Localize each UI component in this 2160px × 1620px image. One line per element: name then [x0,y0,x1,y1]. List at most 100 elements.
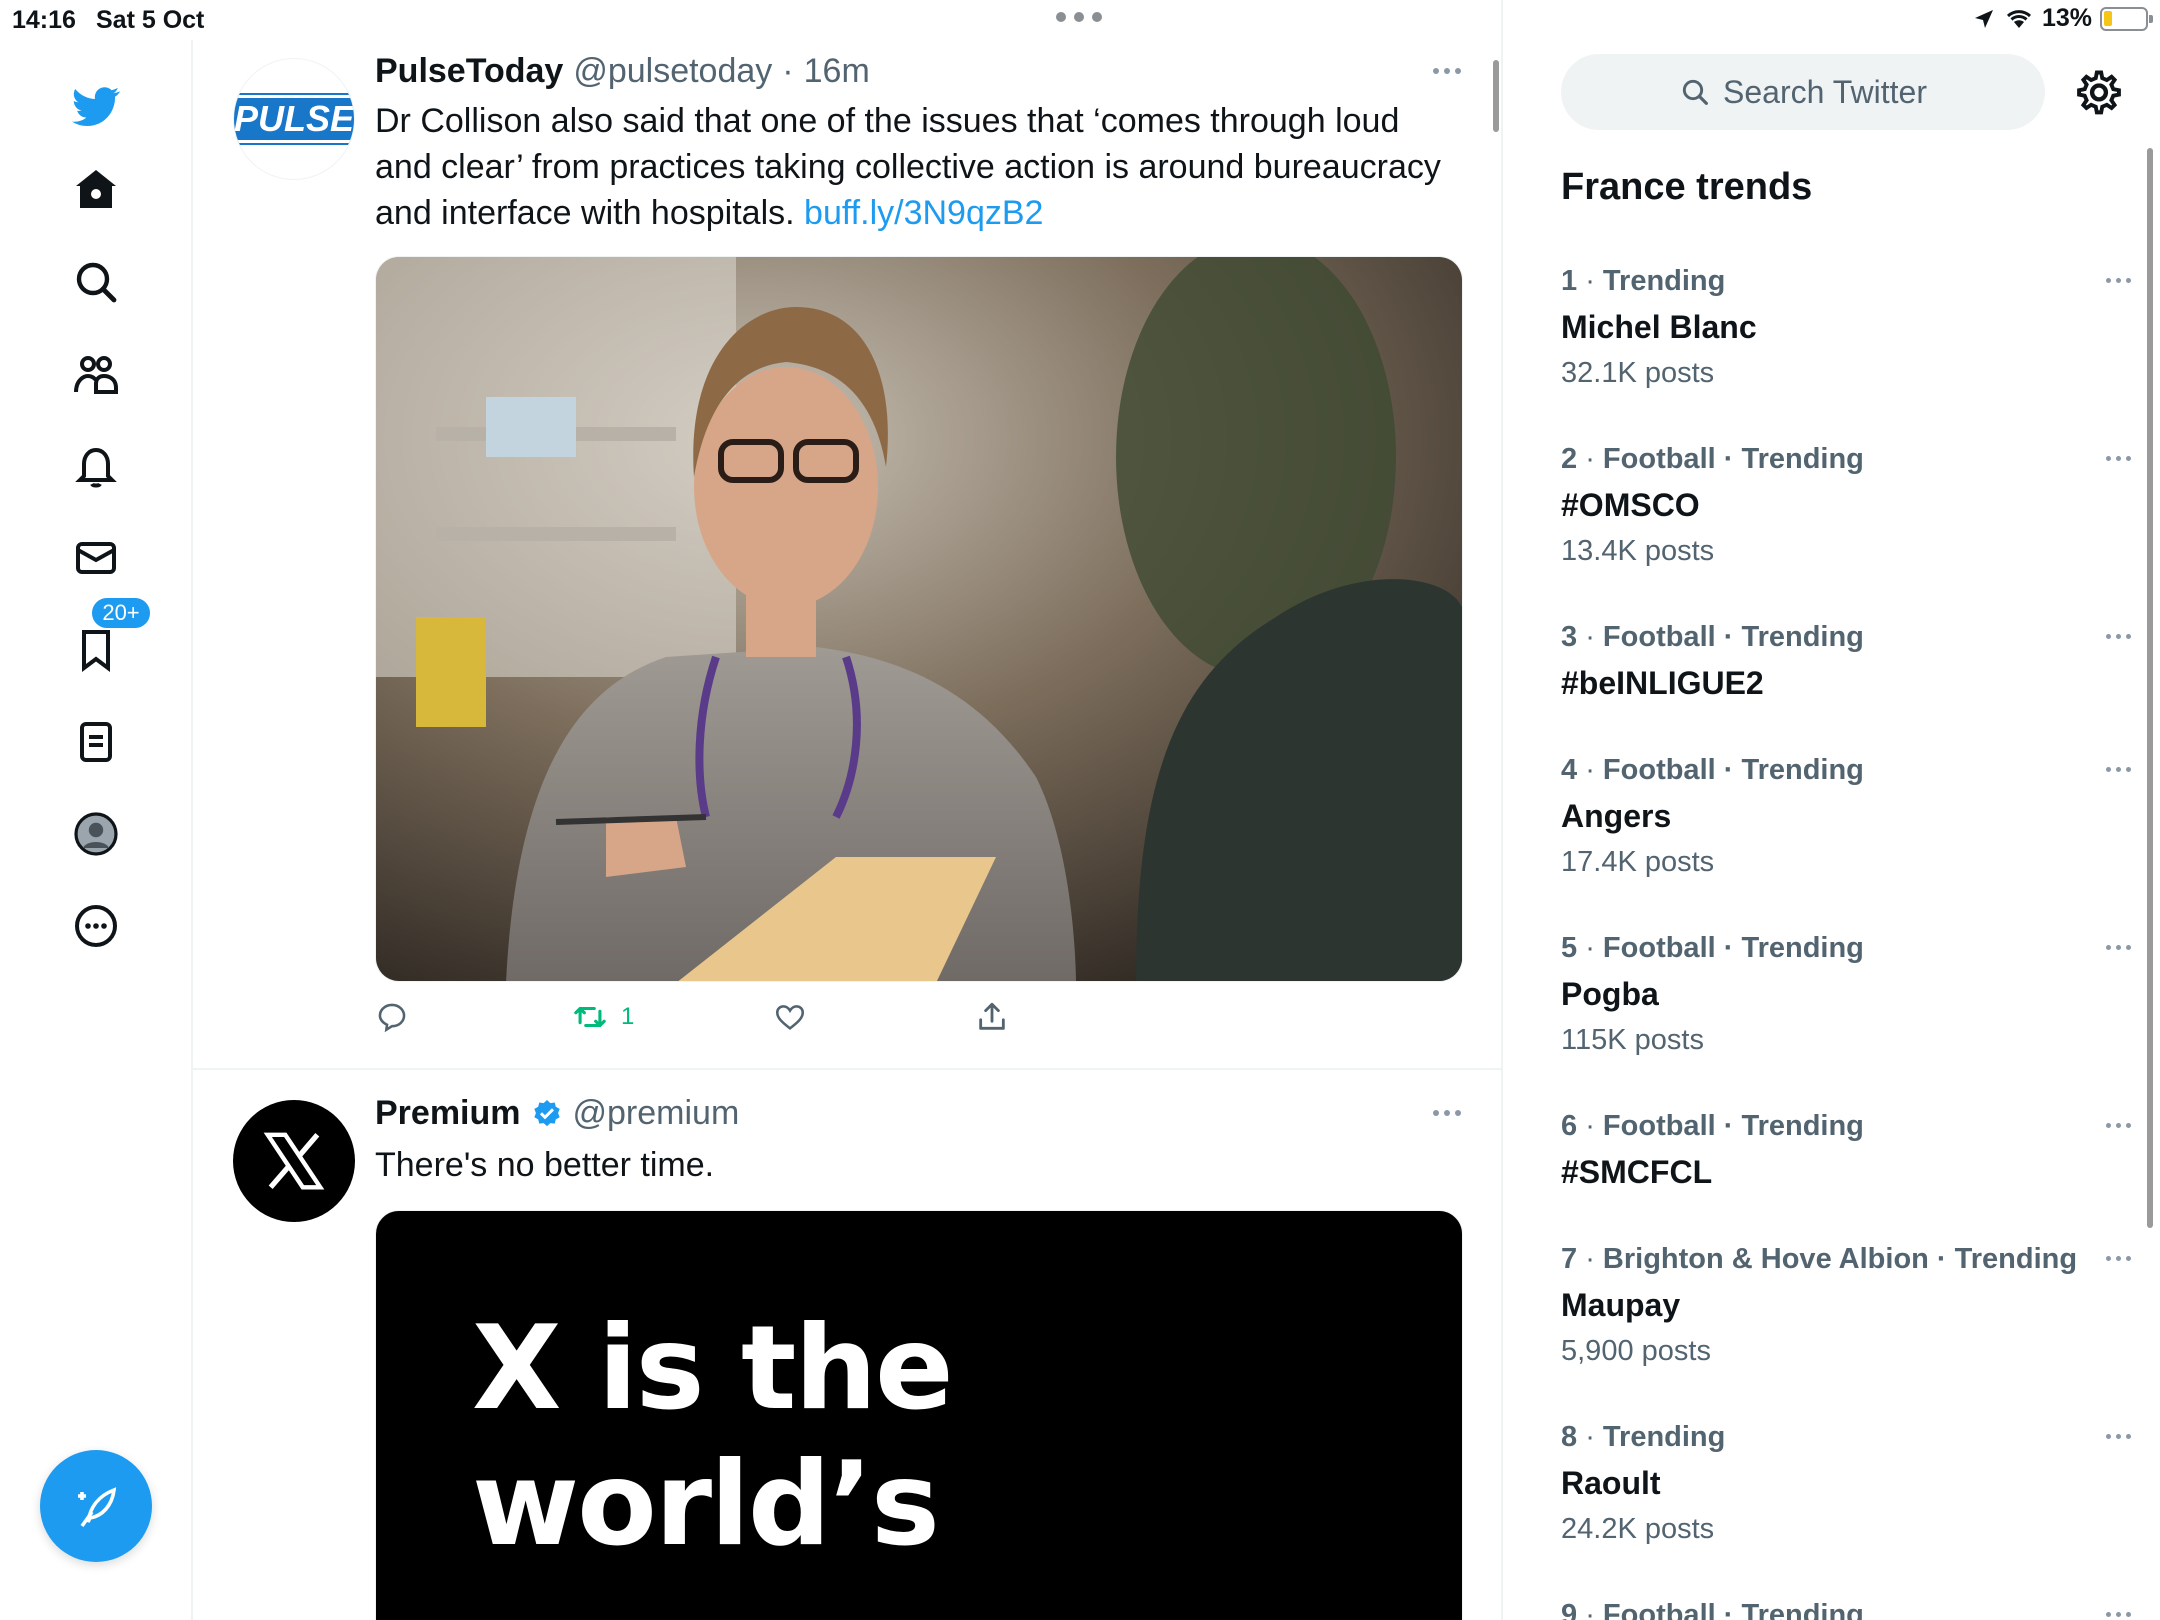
tweet-author-avatar[interactable] [233,1100,355,1222]
twitter-logo-icon[interactable] [60,70,132,142]
tweet-separator: · [782,52,794,90]
verified-badge-icon [533,1099,560,1126]
trend-more-icon[interactable] [2106,945,2131,950]
trend-count: 24.2K posts [1561,1513,1715,1545]
profile-avatar-icon[interactable] [60,798,132,870]
right-sidebar: Search Twitter France trends 1 · Trendin… [1505,40,2160,1620]
promo-line-2: world’s [472,1437,940,1572]
timeline-feed[interactable]: PULSE PulseToday @pulsetoday · 16m Dr Co… [193,0,1503,1620]
trend-item[interactable]: 4 · Football · Trending Angers 17.4K pos… [1561,747,2131,885]
tweet-header: Premium @premium [375,1094,739,1133]
status-time: 14:16 [12,6,76,34]
trend-name: Raoult [1561,1465,1661,1501]
communities-icon[interactable] [60,338,132,410]
trend-more-icon[interactable] [2106,1434,2131,1439]
tweet-actions: 1 [375,1000,1375,1044]
home-icon[interactable] [60,154,132,226]
retweet-icon [574,1006,606,1028]
tweet-author-name[interactable]: Premium [375,1094,521,1133]
tweet-author-handle[interactable]: @pulsetoday [573,52,772,91]
trend-rank: 6 [1561,1110,1578,1142]
trend-category: Football · Trending [1602,1110,1864,1142]
retweet-button[interactable]: 1 [573,1000,634,1034]
trend-item[interactable]: 7 · Brighton & Hove Albion · Trending Ma… [1561,1236,2131,1374]
trend-category: Trending [1602,265,1726,297]
status-date: Sat 5 Oct [96,6,205,34]
explore-search-icon[interactable] [60,246,132,318]
trend-rank: 8 [1561,1421,1578,1453]
x-logo-icon [263,1132,325,1190]
trend-more-icon[interactable] [2106,1123,2131,1128]
trend-count: 32.1K posts [1561,357,1715,389]
more-options-icon[interactable] [60,890,132,962]
tweet-link[interactable]: buff.ly/3N9qzB2 [804,194,1043,232]
reply-button[interactable] [375,1000,409,1034]
tweet-author-handle[interactable]: @premium [573,1094,740,1133]
trend-count: 5,900 posts [1561,1335,1711,1367]
trend-name: #OMSCO [1561,487,1700,523]
trend-name: Pogba [1561,976,1659,1012]
trend-more-icon[interactable] [2106,456,2131,461]
tweet-more-icon[interactable] [1433,68,1461,74]
location-icon [1974,9,1993,28]
retweet-count: 1 [621,1003,635,1030]
trend-category: Brighton & Hove Albion · Trending [1602,1243,2078,1275]
settings-gear-icon[interactable] [2073,66,2125,118]
search-placeholder: Search Twitter [1723,73,1927,110]
messages-envelope-icon[interactable] [60,522,132,594]
like-button[interactable] [773,1000,807,1034]
tweet[interactable]: Premium @premium There's no better time.… [193,1072,1501,1620]
trend-category: Football · Trending [1602,932,1864,964]
trend-name: #beINLIGUE2 [1561,665,1764,701]
promo-line-1: X is the [472,1301,954,1436]
search-input[interactable]: Search Twitter [1561,54,2045,130]
tweet[interactable]: PULSE PulseToday @pulsetoday · 16m Dr Co… [193,40,1501,1070]
share-button[interactable] [975,1000,1009,1034]
notifications-bell-icon[interactable] [60,430,132,502]
trend-rank: 5 [1561,932,1578,964]
trend-name: Angers [1561,798,1672,834]
trend-name: Michel Blanc [1561,309,1757,345]
trend-item[interactable]: 5 · Football · Trending Pogba 115K posts [1561,925,2131,1063]
trend-item[interactable]: 3 · Football · Trending #beINLIGUE2 [1561,614,2131,706]
trend-item[interactable]: 2 · Football · Trending #OMSCO 13.4K pos… [1561,436,2131,574]
trend-item[interactable]: 1 · Trending Michel Blanc 32.1K posts [1561,258,2131,396]
trend-category: Football · Trending [1602,443,1864,475]
trend-category: Football · Trending [1602,754,1864,786]
trend-more-icon[interactable] [2106,278,2131,283]
tweet-author-avatar[interactable]: PULSE [233,58,355,180]
compose-feather-icon [78,1487,117,1528]
trend-item[interactable]: 8 · Trending Raoult 24.2K posts [1561,1414,2131,1552]
trends-title: France trends [1561,166,1813,208]
sidebar-scrollbar[interactable] [2147,148,2153,1228]
feed-scrollbar[interactable] [1493,60,1499,132]
trend-rank: 4 [1561,754,1578,786]
trend-category: Football · Trending [1602,1599,1864,1620]
search-icon [1682,79,1708,105]
trend-item[interactable]: 9 · Football · Trending [1561,1592,2131,1620]
trend-more-icon[interactable] [2106,1256,2131,1261]
trend-rank: 9 [1561,1599,1578,1620]
tweet-promo-image[interactable]: X is the world’s [375,1210,1463,1620]
battery-icon [2100,6,2153,31]
tweet-more-icon[interactable] [1433,1110,1461,1116]
share-icon [979,1002,1005,1030]
trend-name: Maupay [1561,1287,1681,1323]
pulse-logo: PULSE [234,93,354,145]
tweet-photo[interactable] [375,256,1463,982]
trend-more-icon[interactable] [2106,767,2131,772]
trend-more-icon[interactable] [2106,634,2131,639]
compose-tweet-button[interactable] [40,1450,152,1562]
bookmarks-icon[interactable] [60,614,132,686]
trend-rank: 7 [1561,1243,1578,1275]
trend-item[interactable]: 6 · Football · Trending #SMCFCL [1561,1103,2131,1195]
trend-more-icon[interactable] [2106,1612,2131,1617]
tweet-time[interactable]: 16m [804,52,870,91]
trend-category: Football · Trending [1602,621,1864,653]
trend-category: Trending [1602,1421,1726,1453]
trend-rank: 1 [1561,265,1578,297]
doctor-consultation-photo [376,257,1462,981]
tweet-author-name[interactable]: PulseToday [375,52,563,91]
lists-icon[interactable] [60,706,132,778]
trend-rank: 2 [1561,443,1578,475]
